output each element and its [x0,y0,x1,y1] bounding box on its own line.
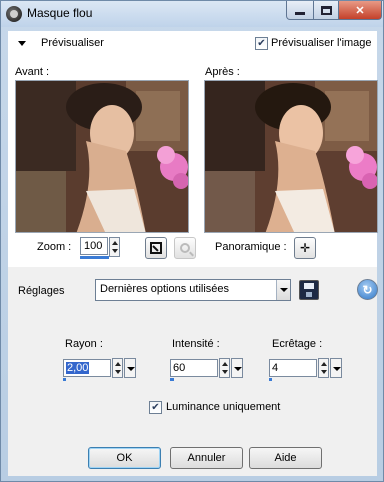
luminance-label[interactable]: Luminance uniquement [166,401,280,413]
camera-icon[interactable] [6,6,22,22]
intensity-slider-bar[interactable] [170,378,174,381]
radius-label: Rayon : [65,338,103,350]
intensity-dropdown[interactable] [231,358,243,378]
maximize-icon [320,5,332,15]
intensity-label: Intensité : [172,338,220,350]
settings-dropdown[interactable]: Dernières options utilisées [95,279,291,301]
settings-label: Réglages [18,285,65,297]
minimize-button[interactable] [286,1,314,20]
magnifier-button[interactable] [174,237,196,259]
before-preview-image[interactable] [15,80,189,233]
zoom-spinner[interactable] [109,237,120,257]
after-preview-image[interactable] [204,80,378,233]
before-photo [16,81,188,232]
preview-checkbox[interactable]: ✔ [255,37,268,50]
window-title: Masque flou [27,6,93,20]
clip-slider-bar[interactable] [269,378,272,381]
preview-checkbox-label[interactable]: Prévisualiser l'image [271,37,372,49]
reset-arrow-icon: ↻ [362,282,373,297]
preview-section: Prévisualiser ✔ Prévisualiser l'image Av… [8,31,378,267]
clip-input[interactable]: 4 [269,359,317,377]
cancel-button[interactable]: Annuler [170,447,243,469]
dialog-client: Prévisualiser ✔ Prévisualiser l'image Av… [8,31,378,476]
after-photo [205,81,377,232]
magnifier-icon [180,243,190,253]
minimize-icon [295,11,305,15]
help-button[interactable]: Aide [249,447,322,469]
floppy-disk-icon[interactable] [299,280,319,300]
pan-label: Panoramique : [215,241,287,253]
radius-input[interactable]: 2,00 [63,359,111,377]
maximize-button[interactable] [313,1,339,20]
title-bar[interactable]: Masque flou ✕ [1,1,383,27]
before-label: Avant : [15,66,50,78]
dialog-window: Masque flou ✕ Prévisualiser ✔ Prévisuali… [0,0,384,482]
close-icon: ✕ [355,4,365,17]
clip-spinner[interactable] [318,358,329,378]
radius-slider-bar[interactable] [63,378,66,381]
luminance-checkbox[interactable]: ✔ [149,401,162,414]
triangle-down-icon[interactable] [18,41,26,46]
ok-button[interactable]: OK [88,447,161,469]
zoom-slider-bar[interactable] [80,256,109,259]
zoom-label: Zoom : [37,241,72,253]
clip-label: Ecrêtage : [272,338,323,350]
radius-spinner[interactable] [112,358,123,378]
fit-window-button[interactable] [145,237,167,259]
move-cross-icon: ✛ [299,241,311,255]
after-label: Après : [205,66,240,78]
fit-window-icon [150,242,162,254]
intensity-spinner[interactable] [219,358,230,378]
reset-button[interactable]: ↻ [357,279,378,300]
preview-header[interactable]: Prévisualiser [41,37,104,49]
chevron-down-icon[interactable] [276,280,290,300]
zoom-input[interactable]: 100 [80,237,108,255]
intensity-input[interactable]: 60 [170,359,218,377]
radius-dropdown[interactable] [124,358,136,378]
radius-value: 2,00 [66,362,90,374]
clip-dropdown[interactable] [330,358,342,378]
close-button[interactable]: ✕ [338,1,382,20]
pan-button[interactable]: ✛ [294,237,316,259]
